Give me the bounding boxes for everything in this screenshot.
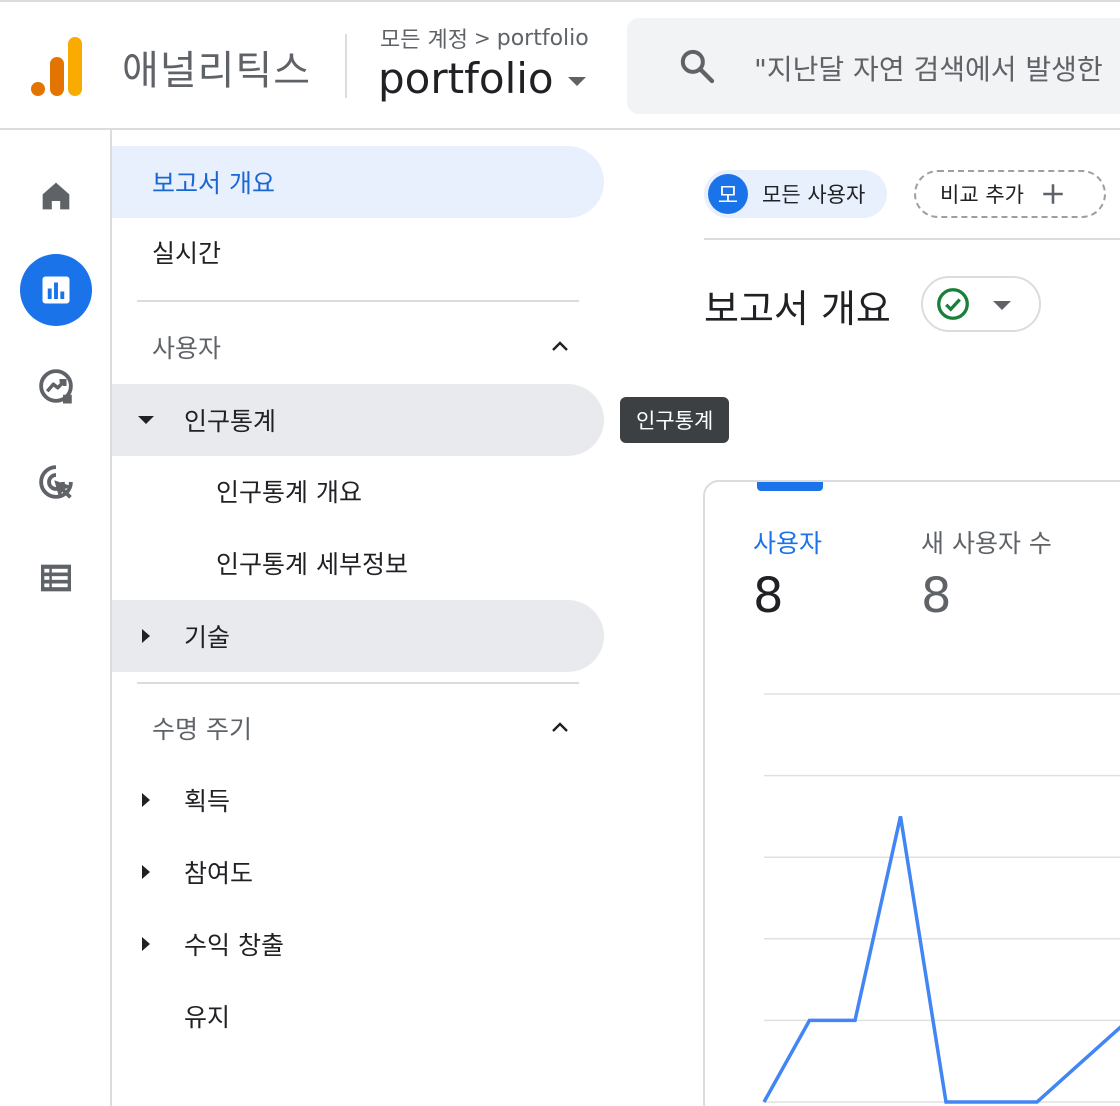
add-comparison-button[interactable]: 비교 추가 — [914, 170, 1106, 218]
header-divider — [345, 34, 347, 98]
expand-arrow-icon[interactable] — [138, 864, 154, 880]
property-selector[interactable]: portfolio — [378, 54, 586, 103]
reports-icon — [42, 276, 70, 304]
metrics-card: 사용자 8 새 사용자 수 8 — [703, 480, 1120, 1106]
nav-section-lifecycle[interactable]: 수명 주기 — [152, 703, 572, 753]
nav-item-retention[interactable]: 유지 — [112, 980, 604, 1052]
search-bar[interactable]: "지난달 자연 검색에서 발생한 — [627, 18, 1120, 114]
nav-item-demographics-details[interactable]: 인구통계 세부정보 — [112, 527, 604, 599]
nav-item-label: 인구통계 개요 — [216, 478, 362, 507]
add-comparison-label: 비교 추가 — [940, 183, 1024, 207]
segment-chip-all-users[interactable]: 모 모든 사용자 — [704, 170, 888, 218]
expand-arrow-icon[interactable] — [138, 628, 154, 644]
expand-arrow-icon[interactable] — [138, 412, 154, 428]
segment-label: 모든 사용자 — [762, 183, 866, 207]
rail-configure-button[interactable] — [20, 542, 92, 614]
nav-item-label: 참여도 — [184, 859, 254, 888]
nav-item-acquisition[interactable]: 획득 — [112, 764, 604, 836]
nav-item-label: 유지 — [184, 1003, 231, 1032]
search-icon[interactable] — [677, 46, 717, 86]
top-rule — [0, 0, 1120, 2]
chart-series-line — [762, 816, 1120, 1104]
nav-item-demographics-overview[interactable]: 인구통계 개요 — [112, 455, 604, 527]
page-title: 보고서 개요 — [704, 287, 891, 331]
analytics-logo-icon[interactable] — [30, 37, 84, 97]
status-dropdown[interactable] — [921, 276, 1041, 332]
rail-home-button[interactable] — [20, 160, 92, 232]
nav-section-user[interactable]: 사용자 — [152, 322, 572, 372]
nav-item-label: 보고서 개요 — [152, 169, 275, 198]
nav-item-demographics[interactable]: 인구통계 — [112, 384, 604, 456]
breadcrumb-root[interactable]: 모든 계정 — [380, 22, 468, 54]
rail-explore-button[interactable] — [20, 350, 92, 422]
segment-avatar: 모 — [708, 174, 748, 214]
rail-advertising-button[interactable] — [20, 446, 92, 518]
nav-item-label: 획득 — [184, 787, 231, 816]
section-label: 수명 주기 — [152, 715, 252, 744]
left-rail — [0, 130, 112, 1106]
chevron-up-icon[interactable] — [548, 716, 572, 740]
search-input[interactable]: "지난달 자연 검색에서 발생한 — [754, 48, 1103, 88]
plus-icon — [1043, 184, 1063, 204]
users-line-chart — [762, 693, 1120, 1104]
top-app-bar: 애널리틱스 모든 계정 > portfolio portfolio "지난달 자… — [0, 0, 1120, 130]
check-circle-icon — [937, 288, 969, 320]
dropdown-caret-icon[interactable] — [567, 77, 586, 86]
nav-item-label: 실시간 — [152, 239, 222, 268]
configure-icon — [41, 564, 71, 592]
home-icon — [42, 182, 70, 210]
nav-item-label: 기술 — [184, 623, 231, 652]
nav-item-engagement[interactable]: 참여도 — [112, 836, 604, 908]
app-title: 애널리틱스 — [122, 48, 311, 94]
nav-item-realtime[interactable]: 실시간 — [112, 216, 604, 288]
nav-item-label: 인구통계 — [184, 407, 277, 436]
nav-item-reports-overview[interactable]: 보고서 개요 — [112, 146, 604, 218]
nav-item-label: 인구통계 세부정보 — [216, 550, 408, 579]
report-nav: 보고서 개요 실시간 사용자 인구통계 인구통계 개요 인구통계 세부정보 기술… — [112, 130, 617, 1106]
property-name[interactable]: portfolio — [378, 54, 554, 103]
nav-item-monetization[interactable]: 수익 창출 — [112, 908, 604, 980]
advertising-icon — [39, 465, 73, 499]
chevron-up-icon[interactable] — [548, 335, 572, 359]
section-label: 사용자 — [152, 334, 222, 363]
rail-reports-button[interactable] — [20, 254, 92, 326]
breadcrumb-separator: > — [473, 26, 491, 50]
breadcrumb[interactable]: 모든 계정 > portfolio — [380, 22, 589, 54]
nav-divider — [137, 300, 579, 302]
nav-divider — [137, 682, 579, 684]
expand-arrow-icon[interactable] — [138, 936, 154, 952]
nav-item-tech[interactable]: 기술 — [112, 600, 604, 672]
explore-icon — [39, 369, 73, 404]
nav-item-label: 수익 창출 — [184, 931, 284, 960]
tooltip: 인구통계 — [620, 397, 730, 443]
main-divider — [704, 238, 1120, 240]
breadcrumb-property[interactable]: portfolio — [497, 26, 589, 51]
chevron-down-icon[interactable] — [993, 300, 1011, 310]
expand-arrow-icon[interactable] — [138, 792, 154, 808]
